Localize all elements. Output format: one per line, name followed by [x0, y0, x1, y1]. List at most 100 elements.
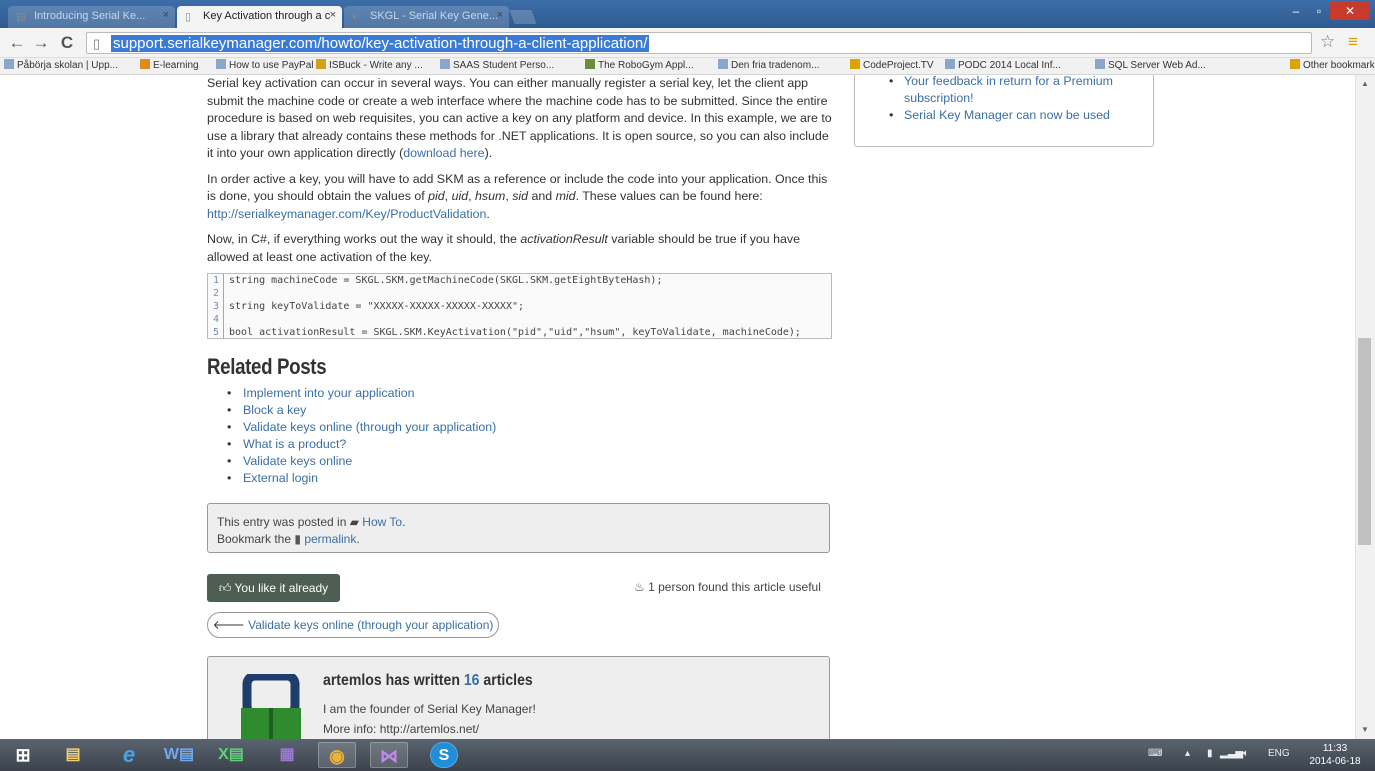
bookmark-item[interactable]: PODC 2014 Local Inf... — [945, 59, 1061, 71]
code-block: 1 string machineCode = SKGL.SKM.getMachin… — [207, 273, 832, 339]
back-icon[interactable]: ← — [8, 33, 26, 53]
arrow-left-icon: 🡐 — [212, 618, 249, 632]
permalink-link[interactable]: permalink — [304, 532, 356, 546]
minimize-button[interactable]: – — [1285, 2, 1307, 20]
bookmark-item[interactable]: SAAS Student Perso... — [440, 59, 554, 71]
code-line: 3 string keyToValidate = "XXXXX-XXXXX-XXX… — [208, 300, 831, 313]
chrome-icon[interactable]: ◉ — [318, 742, 356, 768]
page-icon: ◐ — [352, 11, 359, 23]
previous-post-link[interactable]: 🡐 Validate keys online (through your app… — [207, 612, 499, 638]
tab-title: SKGL - Serial Key Gene... — [370, 10, 498, 22]
bookmark-star-icon[interactable]: ☆ — [1320, 32, 1335, 52]
bookmarks-bar: Påbörja skolan | Upp... E-learning How t… — [0, 58, 1375, 75]
author-name: artemlos has written 16 articles — [323, 672, 533, 689]
url-text[interactable]: support.serialkeymanager.com/howto/key-a… — [111, 35, 650, 52]
page-info-icon[interactable]: ▯ — [93, 36, 100, 52]
article-paragraph: Serial key activation can occur in sever… — [207, 76, 832, 160]
other-bookmarks[interactable]: Other bookmarks — [1290, 59, 1375, 71]
code-line: 5 bool activationResult = SKGL.SKM.KeyAct… — [208, 326, 831, 339]
skype-icon[interactable]: S — [430, 742, 458, 768]
excel-icon[interactable]: X▤ — [212, 742, 250, 768]
reload-icon[interactable]: C — [58, 33, 76, 53]
download-link[interactable]: download here — [403, 146, 484, 160]
scroll-down-icon[interactable]: ▼ — [1361, 725, 1369, 734]
bookmark-icon — [140, 59, 150, 69]
battery-icon[interactable]: ▮ — [1207, 748, 1213, 759]
tab-title: Introducing Serial Ke... — [34, 10, 146, 22]
bookmark-item[interactable]: The RoboGym Appl... — [585, 59, 694, 71]
code-line: 1 string machineCode = SKGL.SKM.getMachin… — [208, 274, 831, 287]
related-post-item[interactable]: Implement into your application — [227, 385, 496, 402]
window-close-button[interactable]: ✕ — [1330, 2, 1370, 20]
scroll-thumb[interactable] — [1358, 338, 1371, 545]
browser-toolbar: ← → C ▯ support.serialkeymanager.com/how… — [0, 28, 1375, 58]
app-icon[interactable]: ▦ — [268, 742, 306, 768]
file-explorer-icon[interactable]: ▤ — [54, 742, 92, 768]
entry-meta-box: This entry was posted in ▰ How To. Bookm… — [207, 503, 830, 553]
thumbs-up-icon: 👍︎ — [218, 581, 235, 595]
sidebar-news-item[interactable]: Serial Key Manager can now be used — [889, 107, 1129, 124]
category-link[interactable]: How To — [362, 515, 402, 529]
bookmark-item[interactable]: CodeProject.TV — [850, 59, 934, 71]
tray-expand-icon[interactable]: ▴ — [1185, 748, 1190, 759]
page-content: Your feedback in return for a Premium su… — [0, 75, 1355, 739]
word-icon[interactable]: W▤ — [160, 742, 198, 768]
bookmark-item[interactable]: Den fria tradenom... — [718, 59, 819, 71]
scroll-up-icon[interactable]: ▲ — [1361, 79, 1369, 88]
new-tab-button[interactable] — [509, 10, 537, 24]
product-validation-link[interactable]: http://serialkeymanager.com/Key/ProductV… — [207, 207, 486, 221]
code-line: 2 — [208, 287, 831, 300]
maximize-button[interactable]: ▫ — [1308, 2, 1330, 20]
like-button[interactable]: 👍︎ You like it already — [207, 574, 340, 602]
tab-skgl[interactable]: ◐ SKGL - Serial Key Gene... × — [344, 6, 509, 28]
bookmark-icon — [585, 59, 595, 69]
bookmark-icon — [718, 59, 728, 69]
forward-icon[interactable]: → — [32, 33, 50, 53]
bookmark-item[interactable]: Påbörja skolan | Upp... — [4, 59, 118, 71]
useful-count: ♨ 1 person found this article useful — [634, 580, 821, 594]
fire-icon: ♨ — [634, 580, 649, 594]
article-paragraph: In order active a key, you will have to … — [207, 171, 828, 221]
author-bio: I am the founder of Serial Key Manager! … — [323, 702, 536, 736]
sidebar-news-list: Your feedback in return for a Premium su… — [889, 75, 1129, 124]
author-box: artemlos has written 16 articles I am th… — [207, 656, 830, 739]
windows-start-icon[interactable]: ⊞ — [4, 742, 42, 768]
folder-icon — [1290, 59, 1300, 69]
tab-introducing[interactable]: ▤ Introducing Serial Ke... × — [8, 6, 175, 28]
bookmark-icon — [316, 59, 326, 69]
related-post-item[interactable]: Block a key — [227, 402, 496, 419]
page-icon: ▯ — [185, 11, 192, 23]
chrome-menu-icon[interactable]: ≡ — [1348, 32, 1358, 52]
bookmark-item[interactable]: E-learning — [140, 59, 199, 71]
close-icon[interactable]: × — [497, 9, 503, 21]
volume-icon[interactable]: 🔈︎ — [1243, 748, 1249, 759]
author-logo — [241, 674, 301, 739]
related-post-item[interactable]: Validate keys online — [227, 453, 496, 470]
related-posts-list: Implement into your application Block a … — [227, 385, 496, 487]
language-indicator[interactable]: ENG — [1268, 748, 1290, 759]
sidebar-news-item[interactable]: Your feedback in return for a Premium su… — [889, 75, 1129, 107]
bookmark-icon — [850, 59, 860, 69]
related-post-item[interactable]: What is a product? — [227, 436, 496, 453]
windows-taskbar: ⊞ ▤ e W▤ X▤ ▦ ◉ ⋈ S ⌨ ▴ ▮ ▂▃▅ 🔈︎ ENG 11:… — [0, 739, 1375, 771]
close-icon[interactable]: × — [330, 9, 336, 21]
bookmark-item[interactable]: SQL Server Web Ad... — [1095, 59, 1206, 71]
system-clock[interactable]: 11:33 2014-06-18 — [1300, 742, 1370, 768]
related-posts-heading: Related Posts — [207, 354, 327, 379]
code-line: 4 — [208, 313, 831, 326]
internet-explorer-icon[interactable]: e — [110, 742, 148, 768]
related-post-item[interactable]: External login — [227, 470, 496, 487]
page-scrollbar[interactable]: ▲ ▼ — [1355, 75, 1375, 739]
visual-studio-icon[interactable]: ⋈ — [370, 742, 408, 768]
folder-icon: ▰ — [349, 515, 363, 529]
tab-key-activation[interactable]: ▯ Key Activation through a c × — [177, 6, 342, 28]
browser-tab-strip: ▤ Introducing Serial Ke... × ▯ Key Activ… — [0, 0, 1375, 28]
signal-icon[interactable]: ▂▃▅ — [1220, 748, 1243, 759]
related-post-item[interactable]: Validate keys online (through your appli… — [227, 419, 496, 436]
bookmark-item[interactable]: ISBuck - Write any ... — [316, 59, 423, 71]
address-bar[interactable]: ▯ support.serialkeymanager.com/howto/key… — [86, 32, 1312, 54]
close-icon[interactable]: × — [163, 9, 169, 21]
bookmark-item[interactable]: How to use PayPal ... — [216, 59, 325, 71]
article-body: Serial key activation can occur in sever… — [207, 75, 832, 274]
keyboard-icon[interactable]: ⌨ — [1148, 748, 1162, 759]
